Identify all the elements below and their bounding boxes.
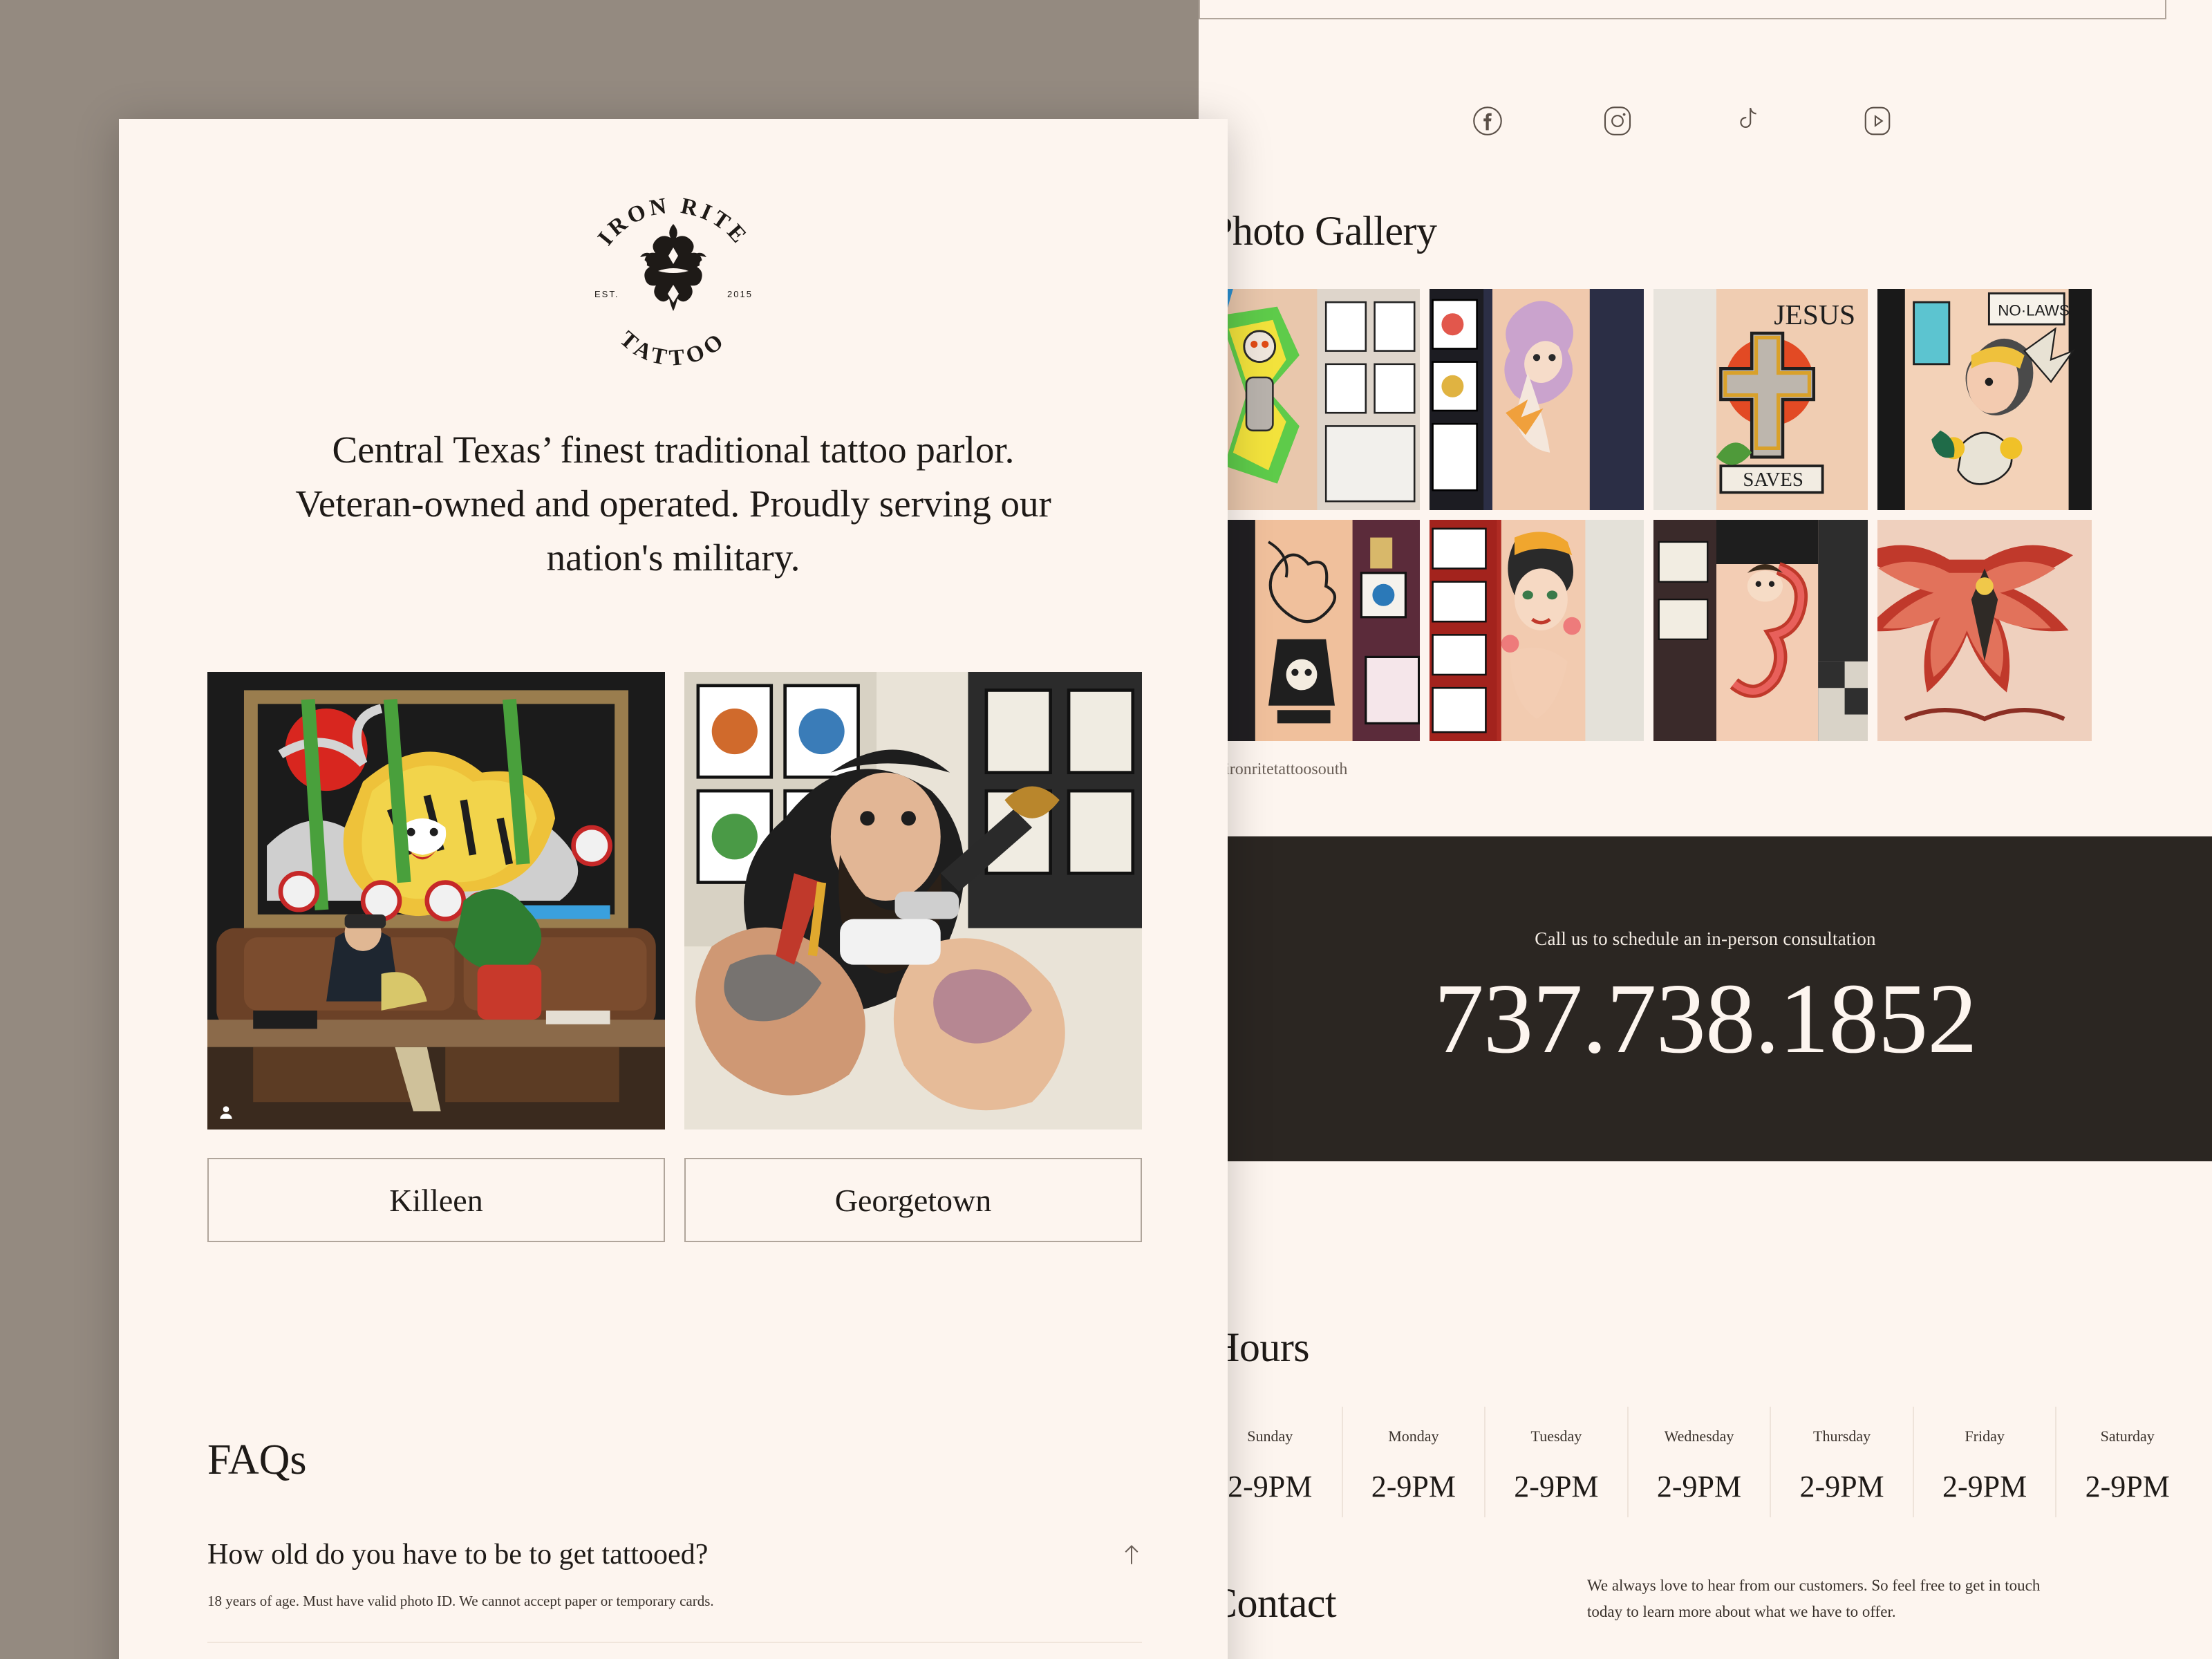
contact-blurb: We always love to hear from our customer… <box>1587 1577 2041 1620</box>
instagram-icon[interactable] <box>1602 105 1633 137</box>
hours-column: Monday 2-9PM <box>1341 1407 1485 1517</box>
hero-image-row <box>207 672 1142 1130</box>
gallery-item[interactable] <box>1430 289 1644 510</box>
faq-list: How old do you have to be to get tattooe… <box>207 1519 1142 1659</box>
request-appointment-button[interactable]: Request an Appointment <box>1199 0 2166 19</box>
faq-item: How much does it cost? <box>207 1643 1142 1659</box>
contact-address: 40120 Industrial Park Circle <box>1587 1656 1949 1659</box>
faq-heading: FAQs <box>207 1436 307 1483</box>
youtube-icon[interactable] <box>1862 105 1893 137</box>
hours-time: 2-9PM <box>1942 1470 2027 1503</box>
arrow-up-icon[interactable] <box>1121 1542 1142 1567</box>
hours-column: Friday 2-9PM <box>1912 1407 2056 1517</box>
faq-question: How old do you have to be to get tattooe… <box>207 1539 709 1571</box>
phone-number[interactable]: 737.738.1852 <box>1434 969 1977 1069</box>
location-label: Killeen <box>389 1182 483 1218</box>
tiktok-icon[interactable] <box>1732 105 1763 137</box>
hours-day: Tuesday <box>1530 1427 1582 1445</box>
hours-time: 2-9PM <box>1656 1470 1742 1503</box>
hours-grid: Sunday 2-9PM Monday 2-9PM Tuesday 2-9PM … <box>1199 1407 2198 1517</box>
hours-time: 2-9PM <box>2085 1470 2170 1503</box>
gallery-item[interactable] <box>1206 289 1420 510</box>
gallery-item[interactable] <box>1206 520 1420 741</box>
hero-image-artist[interactable] <box>684 672 1142 1130</box>
foreground-card: IRON RITE TATTOO EST. 2015 Central Texas… <box>119 119 1228 1659</box>
hours-time: 2-9PM <box>1799 1470 1884 1503</box>
svg-text:EST.: EST. <box>594 289 619 299</box>
hours-time: 2-9PM <box>1514 1470 1599 1503</box>
hours-day: Sunday <box>1247 1427 1293 1445</box>
hero-image-lounge[interactable] <box>207 672 665 1130</box>
location-button-georgetown[interactable]: Georgetown <box>684 1158 1142 1242</box>
svg-text:2015: 2015 <box>727 289 753 299</box>
tagline: Central Texas’ finest traditional tattoo… <box>295 429 1051 579</box>
svg-text:JESUS: JESUS <box>1774 299 1855 330</box>
hours-day: Friday <box>1965 1427 2005 1445</box>
svg-text:NO·LAWS: NO·LAWS <box>1998 301 2070 319</box>
phone-call-band: Call us to schedule an in-person consult… <box>1199 836 2212 1161</box>
gallery-item[interactable] <box>1877 520 2092 741</box>
gallery-item[interactable]: SAVES JESUS <box>1653 289 1868 510</box>
iron-rite-tattoo-logo: IRON RITE TATTOO EST. 2015 <box>570 188 777 375</box>
contact-title: Contact <box>1210 1580 1337 1626</box>
hours-day: Saturday <box>2100 1427 2155 1445</box>
hours-day: Monday <box>1388 1427 1439 1445</box>
hours-column: Tuesday 2-9PM <box>1484 1407 1627 1517</box>
faq-item: How old do you have to be to get tattooe… <box>207 1519 1142 1643</box>
faq-answer: 18 years of age. Must have valid photo I… <box>207 1593 714 1609</box>
faq-question-row[interactable]: How much does it cost? <box>207 1643 1142 1659</box>
hours-time: 2-9PM <box>1228 1470 1313 1503</box>
svg-text:TATTOO: TATTOO <box>615 326 731 371</box>
location-buttons: Killeen Georgetown <box>207 1158 1142 1242</box>
hours-time: 2-9PM <box>1371 1470 1456 1503</box>
gallery-item[interactable] <box>1430 520 1644 741</box>
location-label: Georgetown <box>834 1182 992 1218</box>
hours-column: Thursday 2-9PM <box>1770 1407 1913 1517</box>
photo-gallery-grid: SAVES JESUS NO·LAWS <box>1206 289 2194 741</box>
faq-question-row[interactable]: How old do you have to be to get tattooe… <box>207 1519 1142 1578</box>
hours-day: Wednesday <box>1664 1427 1734 1445</box>
person-badge-icon <box>217 1103 235 1121</box>
photo-gallery-title: Photo Gallery <box>1210 208 1437 254</box>
svg-text:SAVES: SAVES <box>1743 469 1803 491</box>
hours-column: Saturday 2-9PM <box>2055 1407 2198 1517</box>
gallery-handle: @ironritetattoosouth <box>1210 760 1348 778</box>
background-page: Request an Appointment <box>1199 0 2212 1659</box>
location-button-killeen[interactable]: Killeen <box>207 1158 665 1242</box>
hours-column: Wednesday 2-9PM <box>1627 1407 1770 1517</box>
facebook-icon[interactable] <box>1472 105 1503 137</box>
gallery-item[interactable]: NO·LAWS <box>1877 289 2092 510</box>
hours-day: Thursday <box>1813 1427 1871 1445</box>
social-links <box>1199 105 2166 137</box>
gallery-item[interactable] <box>1653 520 1868 741</box>
phone-subtitle: Call us to schedule an in-person consult… <box>1535 928 1876 949</box>
